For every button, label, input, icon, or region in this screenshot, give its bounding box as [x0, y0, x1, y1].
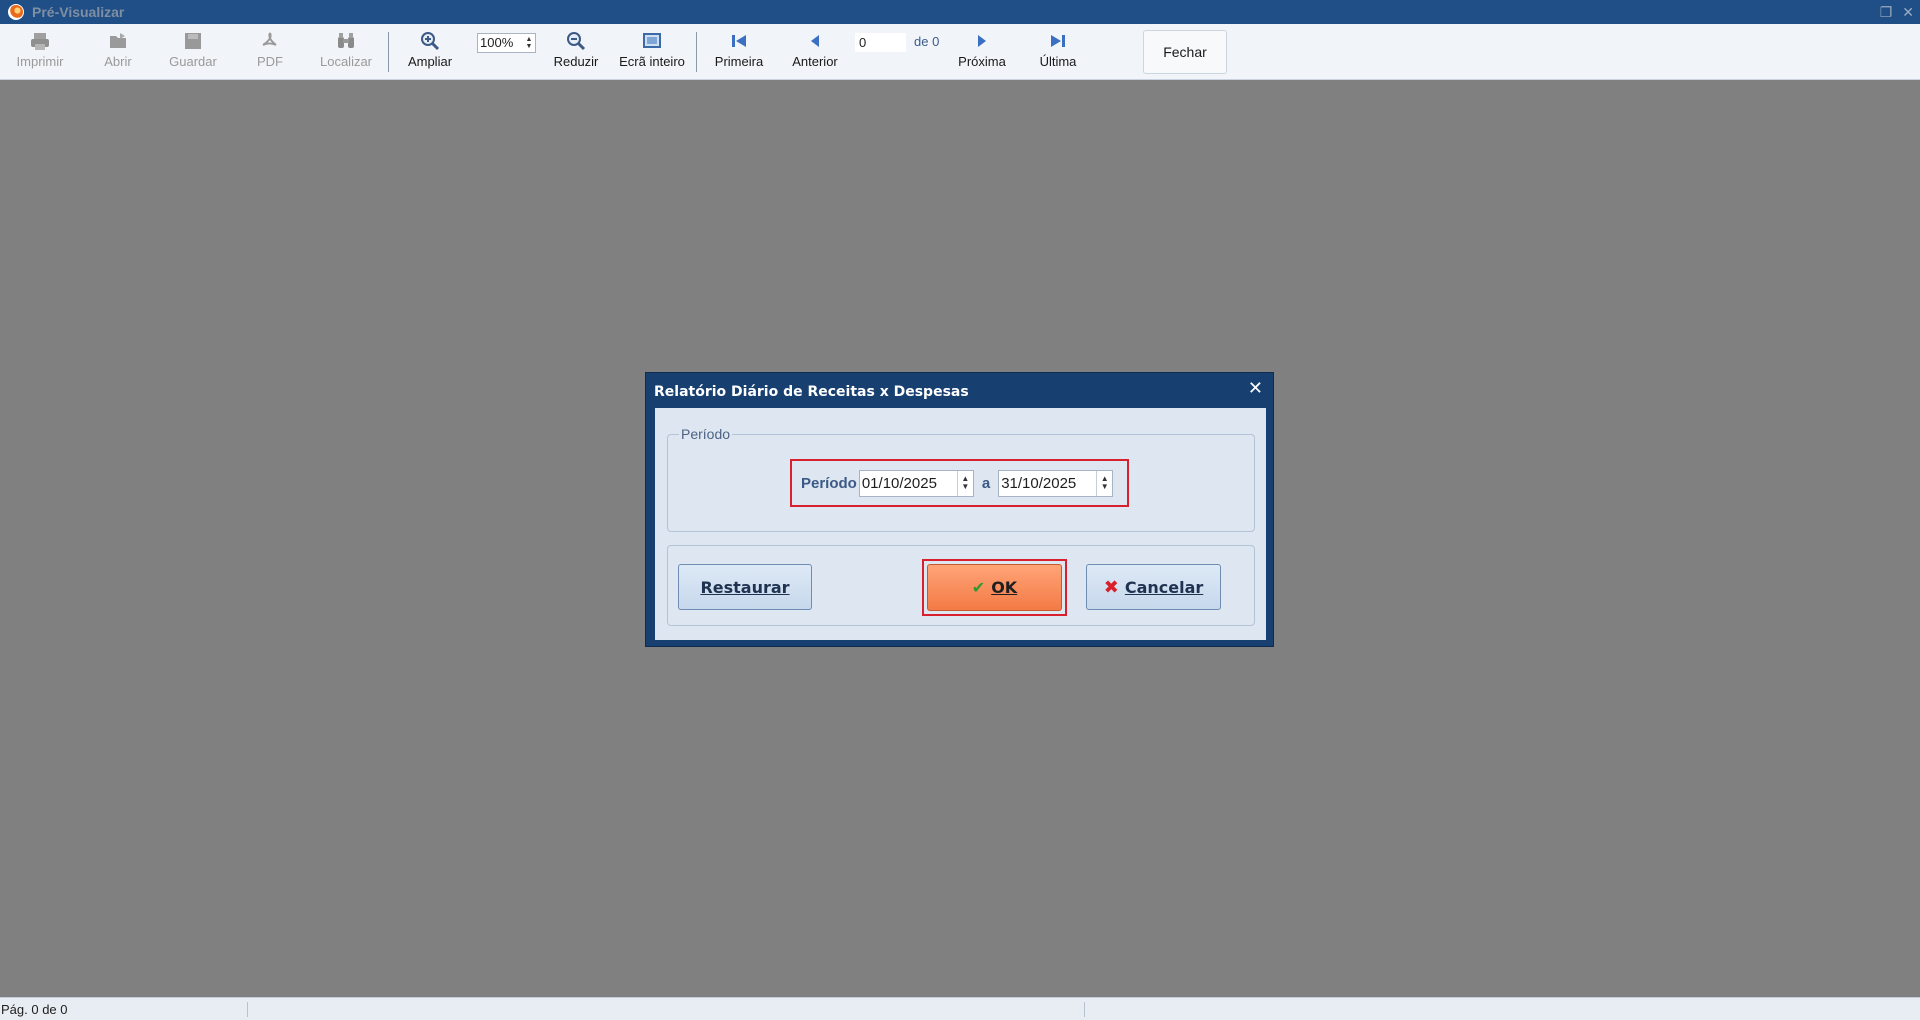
- pdf-icon: [259, 30, 281, 52]
- printer-icon: [29, 30, 51, 52]
- close-dialog-icon[interactable]: ✕: [1248, 379, 1263, 397]
- dialog-title: Relatório Diário de Receitas x Despesas: [654, 384, 969, 400]
- open-button[interactable]: Abrir: [96, 30, 140, 76]
- checkmark-icon: ✔: [971, 578, 986, 597]
- window-titlebar: Pré-Visualizar ❐ ✕: [0, 0, 1920, 24]
- close-window-icon[interactable]: ✕: [1902, 4, 1914, 21]
- restore-window-icon[interactable]: ❐: [1880, 4, 1893, 21]
- save-button[interactable]: Guardar: [166, 30, 220, 76]
- ok-label: OK: [991, 578, 1018, 597]
- cancel-button[interactable]: ✖ Cancelar: [1086, 564, 1221, 610]
- ok-button-highlight: ✔ OK: [922, 559, 1067, 616]
- last-page-button[interactable]: Última: [1036, 30, 1080, 76]
- zoom-in-button[interactable]: Ampliar: [406, 30, 454, 76]
- print-button[interactable]: Imprimir: [14, 30, 66, 76]
- first-page-button[interactable]: Primeira: [712, 30, 766, 76]
- zoom-out-icon: [565, 30, 587, 52]
- restore-button[interactable]: Restaurar: [678, 564, 812, 610]
- page-status: Pág. 0 de 0: [1, 1002, 68, 1017]
- fullscreen-button[interactable]: Ecrã inteiro: [616, 30, 688, 76]
- period-group-label: Período: [679, 426, 733, 442]
- start-date-value: 01/10/2025: [861, 474, 937, 492]
- window-controls: ❐ ✕: [1880, 0, 1914, 24]
- report-dialog: Relatório Diário de Receitas x Despesas …: [645, 372, 1274, 647]
- previous-page-icon: [804, 30, 826, 52]
- fullscreen-icon: [641, 30, 663, 52]
- zoom-level-stepper[interactable]: 100% ▲ ▼: [477, 33, 536, 53]
- restore-label: Restaurar: [700, 577, 790, 597]
- find-button[interactable]: Localizar: [318, 30, 374, 76]
- status-separator: [1084, 1002, 1085, 1017]
- first-page-icon: [728, 30, 750, 52]
- spin-arrows-icon[interactable]: ▲ ▼: [956, 470, 973, 496]
- page-number-input[interactable]: 0: [855, 33, 906, 52]
- cancel-label: Cancelar: [1124, 577, 1204, 597]
- app-icon: [8, 4, 24, 20]
- range-separator: a: [981, 474, 991, 492]
- status-separator: [247, 1002, 248, 1017]
- zoom-in-icon: [419, 30, 441, 52]
- status-bar: Pág. 0 de 0: [0, 997, 1920, 1020]
- folder-open-icon: [107, 30, 129, 52]
- period-label: Período: [801, 474, 857, 492]
- zoom-out-button[interactable]: Reduzir: [552, 30, 600, 76]
- pdf-button[interactable]: PDF: [252, 30, 288, 76]
- end-date-field[interactable]: 31/10/2025 ▲ ▼: [998, 469, 1114, 497]
- page-count-label: de 0: [914, 34, 940, 49]
- ok-button[interactable]: ✔ OK: [927, 564, 1062, 611]
- preview-toolbar: Imprimir Abrir Guardar PDF Localizar Amp…: [0, 24, 1920, 80]
- floppy-icon: [182, 30, 204, 52]
- period-range-highlight: Período 01/10/2025 ▲ ▼ a 31/10/2025 ▲ ▼: [790, 459, 1129, 507]
- dialog-button-area: Restaurar ✔ OK ✖ Cancelar: [667, 545, 1255, 626]
- last-page-icon: [1047, 30, 1069, 52]
- toolbar-separator: [388, 32, 389, 72]
- end-date-value: 31/10/2025: [1001, 474, 1077, 492]
- window-title: Pré-Visualizar: [32, 4, 125, 20]
- period-group: Período Período 01/10/2025 ▲ ▼ a 31/10/20…: [667, 426, 1255, 532]
- spin-arrows-icon[interactable]: ▲ ▼: [1096, 470, 1112, 496]
- spin-arrows-icon[interactable]: ▲ ▼: [523, 34, 535, 52]
- toolbar-separator: [696, 32, 697, 72]
- dialog-body: Período Período 01/10/2025 ▲ ▼ a 31/10/20…: [655, 408, 1266, 640]
- start-date-field[interactable]: 01/10/2025 ▲ ▼: [858, 469, 974, 497]
- previous-page-button[interactable]: Anterior: [788, 30, 842, 76]
- next-page-icon: [971, 30, 993, 52]
- binoculars-icon: [335, 30, 357, 52]
- zoom-level-value: 100%: [480, 35, 514, 50]
- next-page-button[interactable]: Próxima: [956, 30, 1008, 76]
- cancel-x-icon: ✖: [1103, 576, 1119, 598]
- close-preview-button[interactable]: Fechar: [1143, 30, 1227, 74]
